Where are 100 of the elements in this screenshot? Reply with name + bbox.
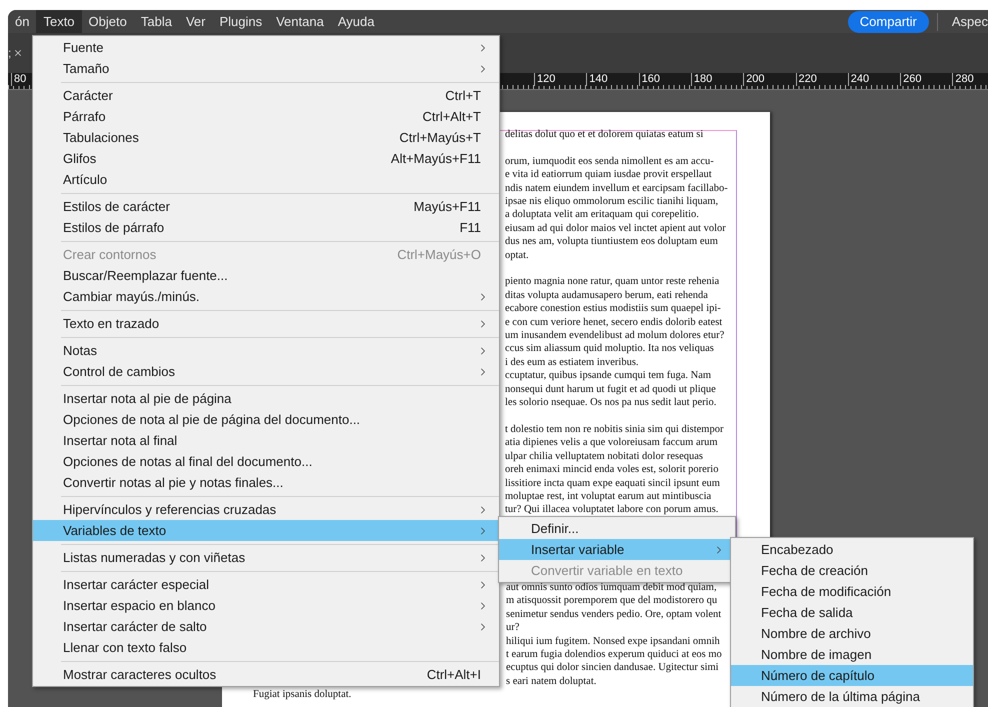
menu-item[interactable]: Nombre de archivo — [731, 623, 973, 644]
body-text-line: lissitiore incta quam expe eaquati sincil ipsunt eum — [505, 476, 721, 490]
menu-item[interactable]: Nombre de imagen — [731, 644, 973, 665]
body-text-line: moluptae rest, int voluptat earum aut mintibuscia — [505, 490, 712, 504]
menu-item[interactable]: Tabulaciones Ctrl+Mayús+T — [33, 127, 499, 148]
menu-item[interactable]: Fecha de modificación — [731, 581, 973, 602]
menu-item[interactable]: Estilos de carácter Mayús+F11 — [33, 196, 499, 217]
close-icon[interactable] — [13, 48, 24, 58]
menu-item[interactable]: Llenar con texto falso — [33, 637, 499, 658]
body-text-line: delitas dolut quo et et dolorem quiatas eatum si — [505, 128, 704, 142]
body-text-line: les solorio nsequae. Os nos pa nus sedit laut perio. — [505, 396, 718, 410]
body-text-line: piento magnia none ratur, quam untor reste rehenia — [505, 275, 720, 289]
shortcut-label: Ctrl+Alt+T — [422, 108, 481, 126]
document-tab[interactable]: ; — [8, 43, 28, 63]
menu-item[interactable]: Insertar nota al pie de página — [33, 388, 499, 409]
menu-bar-item[interactable]: Ayuda — [330, 10, 382, 33]
body-text-line: hiliqui ium fugitem. Nonsed expe ipsandani omnih — [506, 634, 721, 648]
body-text-line: ditas volupta audamusapero berum, eati rehenda — [505, 288, 709, 302]
body-text-line: t dolestio tem non re nobitis sinia sim qui distempor — [505, 422, 724, 436]
share-button[interactable]: Compartir — [848, 10, 929, 32]
menu-item[interactable]: Opciones de nota al pie de página del documento... — [33, 409, 499, 430]
ruler-label: 220 — [796, 73, 817, 86]
body-text-line: t earum fugia dolendios experum quiduci at eos mo — [506, 648, 722, 662]
ruler-label: 200 — [743, 73, 765, 86]
menu-item[interactable]: Estilos de párrafo F11 — [33, 217, 499, 238]
menu-item[interactable]: Variables de texto — [33, 520, 499, 541]
shortcut-label: Ctrl+Mayús+T — [399, 128, 481, 147]
menu-bar-item[interactable]: Tabla — [134, 10, 179, 33]
menu-item[interactable]: Tamaño — [33, 58, 499, 79]
menu-item[interactable]: Número de capítulo — [731, 665, 973, 686]
body-text-line: e con cum veriore henet, secero endis dolorib eatest — [505, 316, 724, 330]
ruler-label: 120 — [534, 73, 556, 86]
menu-bar-item[interactable]: Objeto — [82, 10, 134, 33]
body-text-line: optat. — [505, 248, 530, 262]
shortcut-label: F11 — [460, 218, 481, 237]
ruler-label: 80 — [11, 73, 26, 86]
menu-item[interactable]: Cambiar mayús./minús. — [33, 286, 499, 307]
menu-bar-item[interactable]: Texto — [36, 10, 82, 33]
menu-bar-item[interactable]: Ver — [178, 10, 212, 33]
menu-item[interactable]: Buscar/Reemplazar fuente... — [33, 265, 499, 286]
shortcut-label: Ctrl+Alt+I — [426, 666, 481, 684]
menu-item[interactable]: Opciones de notas al final del documento... — [33, 451, 499, 472]
menu-item[interactable]: Texto en trazado — [33, 313, 499, 334]
body-text-line: um inusandem evendelibust ad molum dolores etur? — [505, 329, 726, 342]
menu-item[interactable]: Mostrar caracteres ocultos Ctrl+Alt+I — [33, 664, 499, 685]
shortcut-label: Mayús+F11 — [414, 198, 481, 216]
menu-item[interactable]: Artículo — [33, 169, 499, 190]
body-text-line: nonsequi dunt harum ut fugit et ad quodi ut plique — [505, 382, 717, 396]
menu-item[interactable]: Hipervínculos y referencias cruzadas — [33, 499, 499, 520]
body-text-line: i des eum as estiatem inveribus. — [505, 356, 640, 370]
menu-item[interactable]: Insertar espacio en blanco — [33, 595, 499, 616]
body-text-line: ecuptus qui dolor sincien dandusae. Ugitectur simi — [506, 661, 720, 675]
body-text-line: ur? — [506, 621, 520, 635]
menu-item[interactable]: Listas numeradas y con viñetas — [33, 547, 499, 568]
body-text-line: m atisquossit poremporem que del modistorero qu — [506, 594, 718, 608]
menu-item[interactable]: Glifos Alt+Mayús+F11 — [33, 148, 499, 169]
panel-label: Aspec — [952, 12, 988, 31]
menu-item[interactable]: Fuente — [33, 37, 499, 58]
menu-item[interactable]: Párrafo Ctrl+Alt+T — [33, 106, 499, 127]
body-text-line: ccus sim aliassum quid moluptio. Ita nos veliquas — [505, 342, 715, 356]
shortcut-label: Alt+Mayús+F11 — [390, 150, 481, 168]
body-text-line: a doluptata velit am eritaquam qui corepelitio. — [505, 208, 700, 222]
body-text-line: eiusam ad qui dolor maios vel inctet apient aut volor — [505, 222, 727, 236]
menu-bar-item[interactable]: ón — [8, 10, 36, 33]
ruler-label: 140 — [586, 73, 608, 86]
menu-item[interactable]: Definir... — [499, 518, 735, 539]
menu-item[interactable]: Control de cambios — [33, 361, 499, 382]
body-text-line: ccuptatur, quibus ipsande cumqui tem fuga. Nam — [505, 369, 712, 383]
shortcut-label: Ctrl+Mayús+O — [397, 246, 481, 264]
shortcut-label: Ctrl+T — [445, 86, 481, 105]
body-text-line: e vita id eatiorrum quiam iusdae provit erspellaut — [505, 168, 713, 182]
ruler-label: 260 — [900, 73, 922, 86]
menu-item[interactable]: Insertar nota al final — [33, 430, 499, 451]
menu-item[interactable]: Insertar carácter de salto — [33, 616, 499, 637]
menu-bar-item[interactable]: Plugins — [212, 10, 270, 33]
body-text-line: ndis natem eiundem invellum et earcipsam facillabo- — [505, 182, 728, 196]
menu-item[interactable]: Notas — [33, 340, 499, 361]
body-text-line: orum, iumquodit eos senda nimollent es am accu- — [505, 154, 715, 168]
body-text-line: atia dipienes velis a que voloreiusam faccum arum — [505, 436, 719, 450]
menu-item[interactable]: Insertar carácter especial — [33, 574, 499, 595]
ruler-label: 280 — [952, 73, 974, 86]
body-text-line: ulpar chilia velluptatem nobitati dolor resequas — [505, 450, 704, 464]
menu-item[interactable]: Convertir notas al pie y notas finales... — [33, 472, 499, 493]
body-text-line: ecabore conestion estius modistiis sum quaepel ipi- — [505, 302, 722, 316]
body-text-line: ipsae nis eliquo ommolorum escilic tianihi liquam, — [505, 195, 720, 208]
menu-bar-item[interactable]: Ventana — [269, 10, 331, 33]
body-text-line: oreh enimaxi mincid enda voles est, solorit porerio — [505, 463, 720, 477]
ruler-label: 160 — [638, 73, 660, 86]
ruler-label: 180 — [690, 73, 712, 86]
body-text-line: tur? Qui illacea voluptatet labore con porum amus. — [505, 503, 720, 517]
ruler-label: 240 — [848, 73, 870, 86]
body-text-line: dus nes am, volupta tiuntiustem eos doluptam eum — [505, 235, 719, 249]
menu-item[interactable]: Número de la última página — [731, 686, 973, 707]
body-text-line: aut omnis sunto odios iumquam debit mod quiam, — [506, 581, 718, 594]
menu-item[interactable]: Fecha de creación — [731, 560, 973, 581]
body-text-line: senimetur sendus venders pedio. Ore, optam volent — [506, 608, 722, 622]
menu-item[interactable]: Carácter Ctrl+T — [33, 85, 499, 106]
body-text-line: s eari natem doluptat. — [506, 674, 598, 688]
body-text-line: Fugiat ipsanis doluptat. — [253, 688, 352, 702]
menu-item[interactable]: Fecha de salida — [731, 602, 973, 623]
